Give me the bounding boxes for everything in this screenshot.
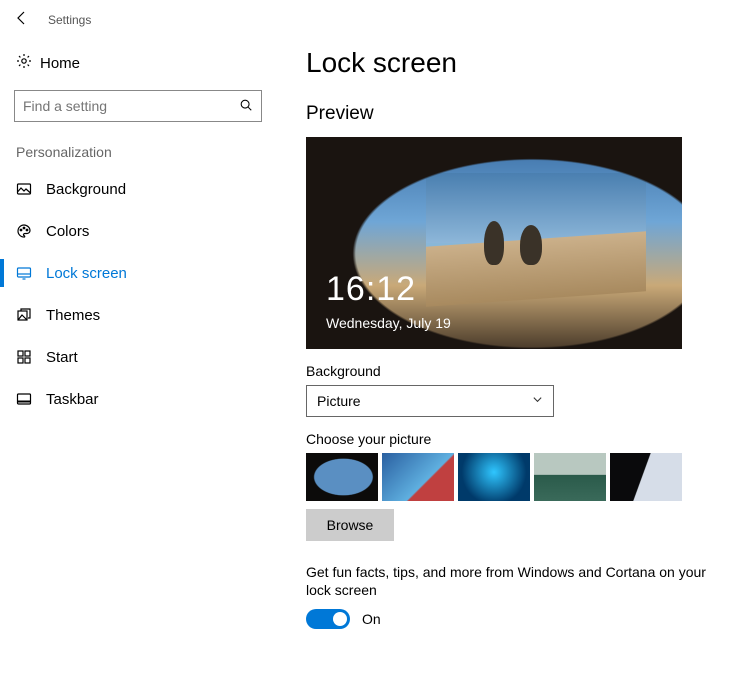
nav: Background Colors Lock screen Themes Sta…: [14, 168, 270, 420]
background-dropdown[interactable]: Picture: [306, 385, 554, 417]
picture-thumbnails: [306, 453, 730, 501]
choose-picture-label: Choose your picture: [306, 431, 730, 447]
home-label: Home: [40, 55, 80, 72]
window-title: Settings: [48, 13, 91, 27]
preview-date: Wednesday, July 19: [326, 315, 451, 331]
background-label: Background: [306, 363, 730, 379]
sidebar: Home Personalization Background Colors L…: [0, 45, 270, 629]
sidebar-item-label: Background: [46, 181, 126, 198]
search-box[interactable]: [14, 90, 262, 122]
search-input[interactable]: [23, 98, 239, 114]
background-selected: Picture: [317, 393, 361, 409]
palette-icon: [16, 223, 46, 239]
sidebar-item-label: Themes: [46, 307, 100, 324]
gear-icon: [16, 53, 40, 74]
lock-screen-preview: 16:12 Wednesday, July 19: [306, 137, 682, 349]
toggle-state-label: On: [362, 611, 381, 627]
sidebar-item-label: Start: [46, 349, 78, 366]
sidebar-item-label: Colors: [46, 223, 89, 240]
sidebar-item-label: Taskbar: [46, 391, 99, 408]
sidebar-item-background[interactable]: Background: [14, 168, 270, 210]
start-icon: [16, 349, 46, 365]
picture-thumb[interactable]: [382, 453, 454, 501]
home-button[interactable]: Home: [14, 45, 270, 82]
sidebar-item-themes[interactable]: Themes: [14, 294, 270, 336]
sidebar-item-start[interactable]: Start: [14, 336, 270, 378]
picture-thumb[interactable]: [306, 453, 378, 501]
picture-thumb[interactable]: [610, 453, 682, 501]
window-header: Settings: [0, 0, 750, 45]
content: Lock screen Preview 16:12 Wednesday, Jul…: [270, 45, 750, 629]
sidebar-item-label: Lock screen: [46, 265, 127, 282]
sidebar-item-taskbar[interactable]: Taskbar: [14, 378, 270, 420]
browse-button[interactable]: Browse: [306, 509, 394, 541]
taskbar-icon: [16, 391, 46, 407]
preview-time: 16:12: [326, 270, 416, 309]
back-button[interactable]: [6, 10, 38, 29]
picture-icon: [16, 181, 46, 197]
picture-thumb[interactable]: [534, 453, 606, 501]
section-label: Personalization: [14, 144, 270, 160]
sidebar-item-colors[interactable]: Colors: [14, 210, 270, 252]
tips-label: Get fun facts, tips, and more from Windo…: [306, 563, 730, 599]
chevron-down-icon: [532, 394, 543, 408]
page-title: Lock screen: [306, 47, 730, 79]
search-icon: [239, 98, 253, 115]
lock-screen-icon: [16, 265, 46, 281]
tips-toggle[interactable]: [306, 609, 350, 629]
picture-thumb[interactable]: [458, 453, 530, 501]
themes-icon: [16, 307, 46, 323]
preview-heading: Preview: [306, 103, 730, 125]
arrow-left-icon: [14, 10, 30, 26]
sidebar-item-lock-screen[interactable]: Lock screen: [14, 252, 270, 294]
